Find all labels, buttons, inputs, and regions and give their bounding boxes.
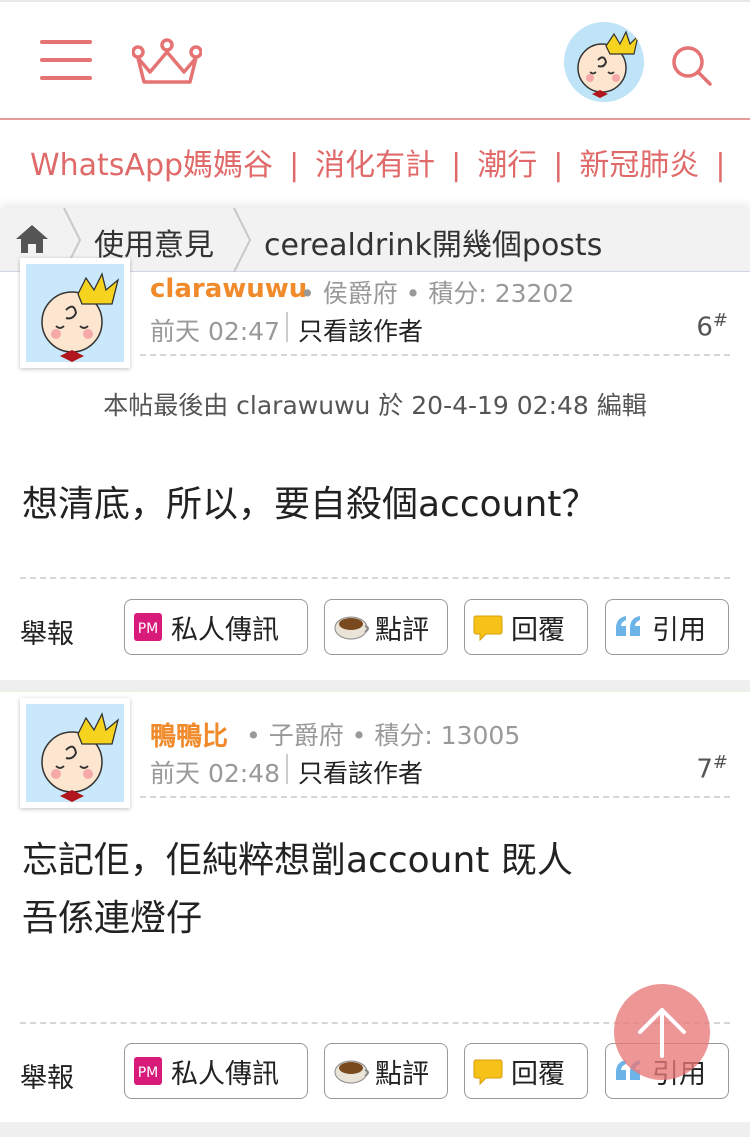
tag-digestion[interactable]: 消化有計 (315, 140, 435, 184)
scroll-top-button[interactable] (614, 984, 710, 1080)
pm-button[interactable]: PM 私人傳訊 (124, 599, 308, 655)
post-time: 前天 02:48 (150, 759, 280, 788)
home-icon[interactable] (14, 222, 50, 256)
post-6: clarawuwu • 侯爵府 • 積分: 23202 前天 02:47 只看該… (0, 258, 750, 680)
post-username[interactable]: 鴨鴨比 (150, 716, 228, 753)
divider (140, 354, 730, 356)
report-link[interactable]: 舉報 (20, 1056, 74, 1095)
hamburger-icon[interactable] (40, 40, 92, 82)
tag-bar: WhatsApp媽媽谷 | 消化有計 | 潮行 | 新冠肺炎 | (0, 120, 750, 208)
svg-text:PM: PM (138, 621, 159, 637)
comment-button[interactable]: 點評 (324, 599, 448, 655)
tag-separator: | (289, 148, 300, 183)
floor-number: 6# (696, 310, 728, 343)
divider (286, 312, 288, 342)
arrow-up-icon (638, 1008, 686, 1058)
tag-separator: | (715, 148, 726, 183)
post-avatar[interactable] (20, 258, 130, 368)
divider (140, 796, 730, 798)
reply-bubble-icon (473, 1059, 503, 1086)
tag-separator: | (451, 148, 462, 183)
top-bar (0, 0, 750, 120)
crown-icon[interactable] (132, 38, 202, 86)
reply-bubble-icon (473, 615, 503, 642)
post-gap (0, 1122, 750, 1137)
author-only-link[interactable]: 只看該作者 (298, 754, 423, 790)
author-only-link[interactable]: 只看該作者 (298, 312, 423, 348)
pm-button[interactable]: PM 私人傳訊 (124, 1043, 308, 1099)
divider (20, 577, 730, 579)
breadcrumb-thread-title[interactable]: cerealdrink開幾個posts (264, 220, 602, 264)
user-avatar[interactable] (564, 22, 644, 102)
post-meta: • 子爵府 • 積分: 13005 (246, 721, 521, 750)
quote-icon (616, 616, 640, 636)
post-content-line: 吾係連燈仔 (22, 898, 203, 939)
report-link[interactable]: 舉報 (20, 612, 74, 651)
post-meta: • 侯爵府 • 積分: 23202 (300, 279, 575, 308)
coffee-cup-icon (334, 1060, 369, 1084)
coffee-cup-icon (334, 616, 369, 640)
post-content-line: 忘記佢，佢純粹想劏account 既人 (22, 840, 573, 881)
edit-note: 本帖最後由 clarawuwu 於 20-4-19 02:48 編輯 (103, 391, 647, 420)
post-content-line: 想清底，所以，要自殺個account？ (22, 484, 598, 525)
svg-text:PM: PM (138, 1065, 159, 1081)
tag-whatsapp[interactable]: WhatsApp媽媽谷 (30, 140, 273, 184)
quote-button[interactable]: 引用 (605, 599, 729, 655)
post-username[interactable]: clarawuwu (150, 274, 307, 304)
reply-button[interactable]: 回覆 (464, 599, 588, 655)
pm-icon: PM (134, 613, 162, 641)
reply-button[interactable]: 回覆 (464, 1043, 588, 1099)
chevron-right-icon (233, 208, 252, 272)
tag-trend[interactable]: 潮行 (477, 140, 537, 184)
comment-button[interactable]: 點評 (324, 1043, 448, 1099)
post-content: 想清底，所以，要自殺個account？ (22, 476, 597, 534)
post-time: 前天 02:47 (150, 317, 280, 346)
post-avatar[interactable] (20, 698, 130, 808)
tag-separator: | (553, 148, 564, 183)
divider (286, 754, 288, 784)
tag-covid[interactable]: 新冠肺炎 (579, 140, 699, 184)
pm-icon: PM (134, 1057, 162, 1085)
floor-number: 7# (696, 752, 728, 785)
search-icon[interactable] (668, 42, 716, 90)
post-content: 忘記佢，佢純粹想劏account 既人 吾係連燈仔 (22, 832, 573, 948)
post-gap (0, 680, 750, 690)
